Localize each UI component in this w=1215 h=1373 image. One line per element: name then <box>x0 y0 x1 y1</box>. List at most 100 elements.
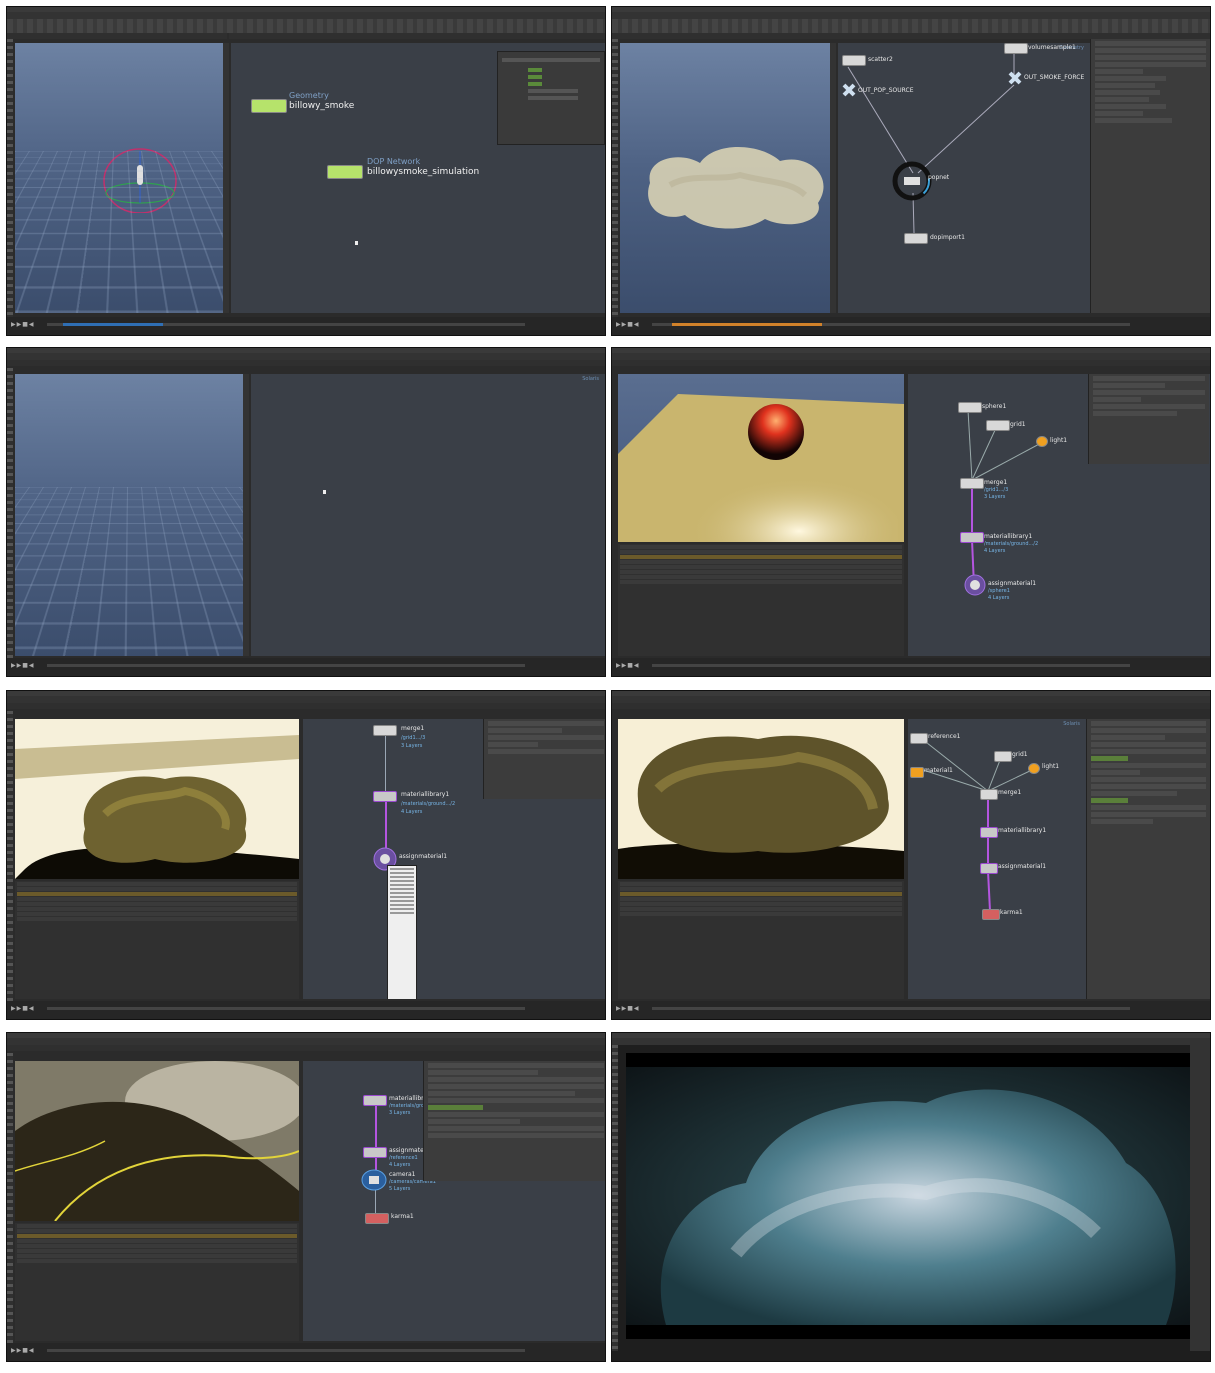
parameter-pane[interactable] <box>423 1061 605 1181</box>
playback-controls-icon[interactable]: ▶▶■◀ <box>616 321 640 328</box>
timeline[interactable]: ▶▶■◀ <box>7 1001 605 1019</box>
scene-viewport[interactable] <box>15 374 243 656</box>
node-merge1[interactable] <box>960 478 984 489</box>
pane-tabs[interactable] <box>612 360 1210 366</box>
pane-tabs[interactable] <box>7 360 605 366</box>
pane-tabs[interactable] <box>7 1045 605 1051</box>
tool-strip[interactable] <box>612 39 618 317</box>
node-billowy-smoke[interactable] <box>251 99 287 113</box>
null-node-icon[interactable] <box>1008 71 1022 85</box>
render-side-toolbar[interactable] <box>1190 1045 1210 1351</box>
shelf-toolbar[interactable] <box>612 19 1210 33</box>
playback-controls-icon[interactable]: ▶▶■◀ <box>11 1347 35 1354</box>
timeline[interactable]: ▶▶■◀ <box>612 658 1210 676</box>
menu-bar <box>612 12 1210 19</box>
scene-graph-tree[interactable] <box>15 881 299 999</box>
timeline[interactable]: ▶▶■◀ <box>612 317 1210 335</box>
timeline[interactable]: ▶▶■◀ <box>7 317 605 335</box>
network-editor[interactable]: Solaris <box>251 374 605 656</box>
node-material1[interactable] <box>910 767 924 778</box>
tool-strip[interactable] <box>7 1053 13 1343</box>
timeline-bar[interactable] <box>652 1007 1130 1010</box>
null-node-icon[interactable] <box>842 83 856 97</box>
scene-graph-tree[interactable] <box>15 1223 299 1341</box>
parameter-dialog[interactable] <box>497 51 605 145</box>
scene-viewport[interactable] <box>15 719 299 879</box>
node-volumesample1[interactable] <box>1004 43 1028 54</box>
render-preview <box>618 719 904 879</box>
network-editor[interactable]: Solaris sphere1 grid1 light1 merge1 /gri… <box>908 374 1210 656</box>
node-light1[interactable] <box>1036 436 1048 447</box>
shelf-toolbar[interactable] <box>7 19 605 33</box>
node-assignmaterial1[interactable] <box>980 863 998 874</box>
timeline-bar[interactable] <box>47 664 525 667</box>
playback-controls-icon[interactable]: ▶▶■◀ <box>11 321 35 328</box>
timeline[interactable]: ▶▶■◀ <box>7 658 605 676</box>
tool-strip[interactable] <box>7 368 13 658</box>
node-dop-network[interactable] <box>327 165 363 179</box>
scene-graph-tree[interactable] <box>618 881 904 999</box>
pane-tabs[interactable] <box>612 703 1210 709</box>
pane-tabs[interactable] <box>229 33 605 39</box>
timeline[interactable]: ▶▶■◀ <box>7 1343 605 1361</box>
timeline-bar[interactable] <box>652 664 1130 667</box>
node-path-label: /reference1 <box>389 1155 418 1161</box>
node-dopimport1[interactable] <box>904 233 928 244</box>
network-editor[interactable]: Solaris merge1 /grid1.../3 3 Layers mate… <box>303 719 605 999</box>
render-view[interactable] <box>626 1053 1190 1339</box>
scene-viewport[interactable] <box>620 43 830 313</box>
scene-viewport[interactable] <box>15 43 223 313</box>
assign-material-node-icon[interactable] <box>964 574 986 596</box>
tool-strip[interactable] <box>7 711 13 1001</box>
network-editor[interactable]: Geometry billowy_smoke DOP Network billo… <box>231 43 605 313</box>
scene-graph-tree[interactable] <box>618 544 904 656</box>
viewport-side-toolbar[interactable] <box>223 43 229 313</box>
node-layers-label: 3 Layers <box>389 1110 410 1116</box>
node-materiallibrary1[interactable] <box>980 827 998 838</box>
network-editor[interactable]: materiallibrary1 /materials/ground.../2 … <box>303 1061 605 1341</box>
transform-gizmo-icon[interactable] <box>100 143 180 213</box>
timeline-bar[interactable] <box>47 1007 525 1010</box>
node-name-label: dopimport1 <box>930 234 965 241</box>
pane-tabs[interactable] <box>7 33 227 39</box>
viewport-side-toolbar[interactable] <box>830 43 836 313</box>
playback-controls-icon[interactable]: ▶▶■◀ <box>616 662 640 669</box>
node-assignmaterial1[interactable] <box>363 1147 387 1158</box>
scene-viewport[interactable] <box>618 374 904 542</box>
node-merge1[interactable] <box>373 725 397 736</box>
panel-1: File Edit Render Assets Windows Help <box>6 6 606 336</box>
tab-menu-dropdown[interactable] <box>387 865 417 999</box>
parameter-pane[interactable] <box>1088 374 1209 464</box>
node-reference1[interactable] <box>910 733 928 744</box>
node-grid1[interactable] <box>986 420 1010 431</box>
scene-viewport[interactable] <box>618 719 904 879</box>
node-light1[interactable] <box>1028 763 1040 774</box>
node-karma1[interactable] <box>365 1213 389 1224</box>
node-scatter2[interactable] <box>842 55 866 66</box>
node-karma1[interactable] <box>982 909 1000 920</box>
scene-viewport[interactable] <box>15 1061 299 1221</box>
tool-strip[interactable] <box>612 1045 618 1351</box>
node-materiallibrary1[interactable] <box>373 791 397 802</box>
parameter-pane[interactable] <box>483 719 605 799</box>
node-wire <box>385 733 386 791</box>
viewport-side-toolbar[interactable] <box>243 374 249 656</box>
pane-tabs[interactable] <box>7 703 605 709</box>
network-editor[interactable]: Solaris reference1 material1 grid1 light… <box>908 719 1086 999</box>
timeline-bar[interactable] <box>47 1349 525 1352</box>
timeline[interactable]: ▶▶■◀ <box>612 1001 1210 1019</box>
node-materiallibrary1[interactable] <box>960 532 984 543</box>
playback-controls-icon[interactable]: ▶▶■◀ <box>11 662 35 669</box>
radial-menu-icon[interactable] <box>892 161 932 201</box>
parameter-pane[interactable] <box>1086 719 1210 999</box>
playback-controls-icon[interactable]: ▶▶■◀ <box>11 1005 35 1012</box>
tool-strip[interactable] <box>7 39 13 317</box>
network-editor[interactable]: Geometry scatter2 volumesample1 OUT_POP_… <box>838 43 1090 313</box>
camera-node-icon[interactable] <box>361 1169 387 1191</box>
node-merge1[interactable] <box>980 789 998 800</box>
node-grid1[interactable] <box>994 751 1012 762</box>
parameter-pane[interactable] <box>1090 39 1210 313</box>
node-sphere1[interactable] <box>958 402 982 413</box>
playback-controls-icon[interactable]: ▶▶■◀ <box>616 1005 640 1012</box>
node-materiallibrary1[interactable] <box>363 1095 387 1106</box>
